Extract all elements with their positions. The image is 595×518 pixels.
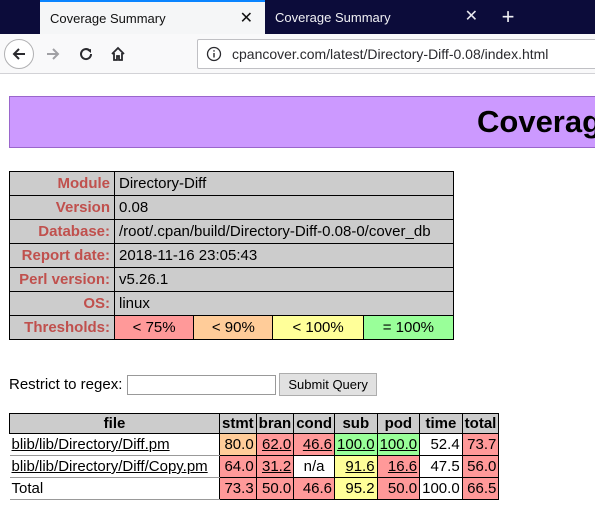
navigation-bar: cpancover.com/latest/Directory-Diff-0.08… xyxy=(0,34,595,74)
column-header-stmt: stmt xyxy=(219,413,257,434)
submit-query-button[interactable]: Submit Query xyxy=(279,373,377,396)
info-label: Perl version: xyxy=(9,267,115,292)
total-cell: 73.7 xyxy=(461,433,500,456)
info-row-report-date: Report date: 2018-11-16 23:05:43 xyxy=(9,243,454,268)
info-label: Database: xyxy=(9,219,115,244)
pod-link[interactable]: 100.0 xyxy=(380,436,418,453)
total-cell: 56.0 xyxy=(461,455,500,478)
info-label: Thresholds: xyxy=(9,315,115,340)
info-label: OS: xyxy=(9,291,115,316)
info-value: linux xyxy=(114,291,454,316)
file-cell: blib/lib/Directory/Diff.pm xyxy=(9,433,220,456)
cond-cell: 46.6 xyxy=(293,477,336,500)
time-cell: 52.4 xyxy=(419,433,463,456)
tab-title: Coverage Summary xyxy=(50,10,166,26)
info-value: 0.08 xyxy=(114,195,454,220)
table-row-total: Total 73.3 50.0 46.6 95.2 50.0 100.0 66.… xyxy=(9,477,500,500)
table-row: blib/lib/Directory/Diff/Copy.pm 64.0 31.… xyxy=(9,455,500,478)
file-cell: Total xyxy=(9,477,220,500)
pod-cell: 16.6 xyxy=(376,455,421,478)
cond-link[interactable]: 46.6 xyxy=(303,436,332,453)
pod-cell: 100.0 xyxy=(376,433,421,456)
bran-cell: 31.2 xyxy=(255,455,295,478)
file-link[interactable]: blib/lib/Directory/Diff/Copy.pm xyxy=(12,458,208,475)
tab-bar: Coverage Summary ✕ Coverage Summary ✕ + xyxy=(0,0,595,34)
column-header-file: file xyxy=(9,413,220,434)
stmt-cell: 64.0 xyxy=(219,455,257,478)
home-button[interactable] xyxy=(103,39,133,69)
threshold-green: = 100% xyxy=(362,315,455,340)
info-row-database: Database: /root/.cpan/build/Directory-Di… xyxy=(9,219,454,244)
arrow-right-icon xyxy=(47,48,60,60)
regex-label: Restrict to regex: xyxy=(9,376,123,393)
coverage-header-row: file stmt bran cond sub pod time total xyxy=(9,413,500,434)
stmt-cell: 73.3 xyxy=(219,477,257,500)
sub-cell: 100.0 xyxy=(334,433,378,456)
coverage-table: file stmt bran cond sub pod time total b… xyxy=(9,413,500,500)
info-value: /root/.cpan/build/Directory-Diff-0.08-0/… xyxy=(114,219,454,244)
info-row-os: OS: linux xyxy=(9,291,454,316)
column-header-pod: pod xyxy=(376,413,421,434)
url-text: cpancover.com/latest/Directory-Diff-0.08… xyxy=(232,46,549,62)
info-value: 2018-11-16 23:05:43 xyxy=(114,243,454,268)
reload-button[interactable] xyxy=(71,39,101,69)
info-row-thresholds: Thresholds: < 75% < 90% < 100% = 100% xyxy=(9,315,455,340)
info-label: Report date: xyxy=(9,243,115,268)
home-icon xyxy=(111,46,125,61)
tab-title: Coverage Summary xyxy=(275,9,391,25)
bran-link[interactable]: 62.0 xyxy=(262,436,291,453)
info-value: Directory-Diff xyxy=(114,171,454,196)
forward-button[interactable] xyxy=(38,39,68,69)
cond-cell: n/a xyxy=(293,455,336,478)
sub-cell: 91.6 xyxy=(334,455,378,478)
page-banner: Coverage Summary xyxy=(9,96,595,148)
info-label: Module xyxy=(9,171,115,196)
close-tab-icon[interactable]: ✕ xyxy=(240,11,253,27)
column-header-total: total xyxy=(461,413,500,434)
column-header-sub: sub xyxy=(334,413,378,434)
threshold-yellow: < 100% xyxy=(272,315,364,340)
threshold-red: < 75% xyxy=(113,315,195,340)
pod-cell: 50.0 xyxy=(376,477,421,500)
column-header-bran: bran xyxy=(255,413,295,434)
bran-cell: 50.0 xyxy=(255,477,295,500)
arrow-left-icon xyxy=(12,48,25,60)
time-cell: 47.5 xyxy=(419,455,463,478)
info-icon[interactable] xyxy=(206,46,222,62)
bran-link[interactable]: 31.2 xyxy=(262,458,291,475)
sub-link[interactable]: 91.6 xyxy=(345,458,374,475)
cond-cell: 46.6 xyxy=(293,433,336,456)
new-tab-icon[interactable]: + xyxy=(490,0,526,34)
threshold-orange: < 90% xyxy=(193,315,274,340)
sub-cell: 95.2 xyxy=(334,477,378,500)
regex-input[interactable] xyxy=(127,374,277,395)
back-button[interactable] xyxy=(4,39,34,69)
url-bar[interactable]: cpancover.com/latest/Directory-Diff-0.08… xyxy=(197,39,595,69)
tab-coverage-summary-active[interactable]: Coverage Summary ✕ xyxy=(40,0,265,34)
reload-icon xyxy=(80,48,93,61)
column-header-time: time xyxy=(419,413,463,434)
table-row: blib/lib/Directory/Diff.pm 80.0 62.0 46.… xyxy=(9,433,500,456)
info-row-version: Version 0.08 xyxy=(9,195,454,220)
regex-form: Restrict to regex: Submit Query xyxy=(9,373,377,396)
summary-info-table: Module Directory-Diff Version 0.08 Datab… xyxy=(9,171,455,340)
page-title: Coverage Summary xyxy=(477,104,595,139)
close-tab-icon[interactable]: ✕ xyxy=(465,9,478,25)
info-label: Version xyxy=(9,195,115,220)
file-cell: blib/lib/Directory/Diff/Copy.pm xyxy=(9,455,220,478)
bran-cell: 62.0 xyxy=(255,433,295,456)
info-row-perl-version: Perl version: v5.26.1 xyxy=(9,267,454,292)
tab-coverage-summary[interactable]: Coverage Summary ✕ xyxy=(265,0,490,34)
pod-link[interactable]: 16.6 xyxy=(388,458,417,475)
total-cell: 66.5 xyxy=(461,477,500,500)
info-value: v5.26.1 xyxy=(114,267,454,292)
column-header-cond: cond xyxy=(293,413,336,434)
info-row-module: Module Directory-Diff xyxy=(9,171,454,196)
file-link[interactable]: blib/lib/Directory/Diff.pm xyxy=(12,436,170,453)
sub-link[interactable]: 100.0 xyxy=(337,436,375,453)
time-cell: 100.0 xyxy=(419,477,463,500)
stmt-cell: 80.0 xyxy=(219,433,257,456)
